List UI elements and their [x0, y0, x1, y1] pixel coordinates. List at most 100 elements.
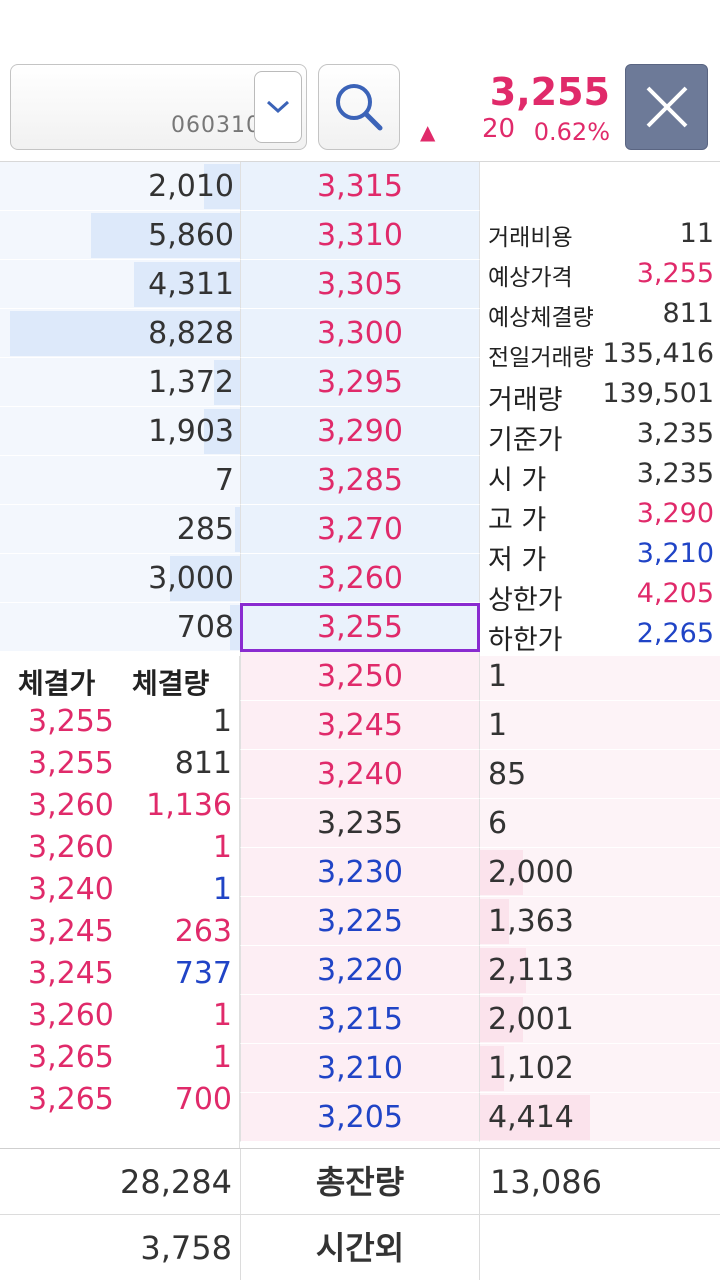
info-value: 139,501 — [602, 378, 714, 409]
after-hours-row: 3,758 시간외 — [0, 1215, 720, 1280]
search-button[interactable] — [318, 64, 400, 150]
bid-quantity[interactable]: 6 — [480, 799, 720, 848]
ask-price[interactable]: 3,295 — [240, 358, 480, 407]
close-icon — [646, 86, 687, 128]
trade-volume: 700 — [174, 1082, 232, 1117]
bid-quantity-text: 2,001 — [488, 1002, 574, 1037]
ask-price[interactable]: 3,300 — [240, 309, 480, 358]
trade-volume: 263 — [174, 914, 232, 949]
trade-volume: 1 — [212, 1040, 232, 1075]
ask-quantity[interactable]: 8,828 — [0, 309, 240, 358]
trade-volume: 1 — [212, 704, 232, 739]
ask-quantity[interactable]: 1,903 — [0, 407, 240, 456]
ask-price[interactable]: 3,305 — [240, 260, 480, 309]
bid-quantity[interactable]: 2,000 — [480, 848, 720, 897]
info-row: 거래비용 11 — [488, 218, 714, 258]
bid-quantity[interactable]: 1,102 — [480, 1044, 720, 1093]
total-row: 28,284 총잔량 13,086 — [0, 1149, 720, 1215]
ask-quantity[interactable]: 5,860 — [0, 211, 240, 260]
bid-quantity[interactable]: 85 — [480, 750, 720, 799]
bid-price[interactable]: 3,225 — [240, 897, 480, 946]
ask-quantity[interactable]: 3,000 — [0, 554, 240, 603]
ask-quantity-text: 8,828 — [148, 316, 234, 351]
trade-volume: 737 — [174, 956, 232, 991]
ask-price[interactable]: 3,310 — [240, 211, 480, 260]
stock-selector[interactable]: 060310 — [10, 64, 307, 150]
trade-row: 3,245 737 — [0, 956, 240, 998]
bid-price[interactable]: 3,250 — [240, 652, 480, 701]
trade-row: 3,240 1 — [0, 872, 240, 914]
up-triangle-icon: ▲ — [420, 120, 436, 144]
ask-price[interactable]: 3,260 — [240, 554, 480, 603]
bid-price[interactable]: 3,210 — [240, 1044, 480, 1093]
bid-quantity[interactable]: 2,113 — [480, 946, 720, 995]
bid-quantity-text: 1 — [488, 659, 508, 694]
bid-price[interactable]: 3,245 — [240, 701, 480, 750]
info-value: 2,265 — [636, 618, 714, 649]
info-label: 상한가 — [488, 585, 563, 616]
ask-quantity-text: 708 — [176, 610, 234, 645]
info-value: 3,235 — [636, 418, 714, 449]
ask-price[interactable]: 3,255 — [240, 603, 480, 652]
ask-price[interactable]: 3,290 — [240, 407, 480, 456]
trade-row: 3,265 1 — [0, 1040, 240, 1082]
ask-quantity[interactable]: 7 — [0, 456, 240, 505]
ask-quantity-text: 7 — [214, 463, 234, 498]
bid-quantity-text: 2,000 — [488, 855, 574, 890]
bid-quantity[interactable]: 1 — [480, 652, 720, 701]
trade-row: 3,255 1 — [0, 704, 240, 746]
after-hours-label: 시간외 — [240, 1215, 480, 1280]
info-value: 3,255 — [636, 258, 714, 289]
info-label: 거래비용 — [488, 225, 573, 251]
bid-quantity[interactable]: 1,363 — [480, 897, 720, 946]
bid-quantity-text: 85 — [488, 757, 527, 792]
bid-price[interactable]: 3,240 — [240, 750, 480, 799]
bid-quantity-text: 6 — [488, 806, 508, 841]
ask-quantity[interactable]: 4,311 — [0, 260, 240, 309]
bid-quantity[interactable]: 2,001 — [480, 995, 720, 1044]
info-label: 고 가 — [488, 505, 547, 536]
stock-info-panel: 거래비용 11 예상가격 3,255 예상체결량 811 전일거래량 135,416 거래량 13… — [480, 162, 720, 656]
info-value: 3,290 — [636, 498, 714, 529]
info-label: 예상체결량 — [488, 305, 594, 331]
trade-volume: 1 — [212, 872, 232, 907]
after-hours-ask: 3,758 — [140, 1229, 232, 1267]
info-value: 3,210 — [636, 538, 714, 569]
bid-quantity-text: 4,414 — [488, 1100, 574, 1135]
bid-quantity[interactable]: 1 — [480, 701, 720, 750]
info-label: 시 가 — [488, 465, 547, 496]
info-row: 저 가 3,210 — [488, 538, 714, 578]
info-label: 전일거래량 — [488, 345, 594, 371]
ask-quantity-text: 3,000 — [148, 561, 234, 596]
info-row: 고 가 3,290 — [488, 498, 714, 538]
trade-row: 3,255 811 — [0, 746, 240, 788]
trade-price: 3,260 — [28, 998, 114, 1033]
bid-price[interactable]: 3,215 — [240, 995, 480, 1044]
ask-quantity[interactable]: 285 — [0, 505, 240, 554]
ask-quantity[interactable]: 1,372 — [0, 358, 240, 407]
bid-price[interactable]: 3,205 — [240, 1093, 480, 1142]
ask-total: 28,284 — [120, 1163, 232, 1201]
info-value: 135,416 — [602, 338, 714, 369]
after-hours-bid — [480, 1215, 720, 1280]
bid-price[interactable]: 3,235 — [240, 799, 480, 848]
bid-quantity[interactable]: 4,414 — [480, 1093, 720, 1142]
ask-quantity[interactable]: 708 — [0, 603, 240, 652]
dropdown-button[interactable] — [254, 71, 302, 143]
ask-price[interactable]: 3,270 — [240, 505, 480, 554]
ask-price[interactable]: 3,285 — [240, 456, 480, 505]
trade-ticks-panel: 체결가 체결량 3,255 1 3,255 811 3,260 1,136 3,260 1 3,… — [0, 656, 240, 1148]
ask-quantity-text: 285 — [176, 512, 234, 547]
close-button[interactable] — [625, 64, 708, 150]
info-label: 하한가 — [488, 625, 563, 656]
trade-row: 3,260 1 — [0, 998, 240, 1040]
trade-price: 3,265 — [28, 1082, 114, 1117]
ask-price[interactable]: 3,315 — [240, 162, 480, 211]
info-row: 예상가격 3,255 — [488, 258, 714, 298]
header-bar: 060310 3,255 ▲ 20 0.62% — [0, 0, 720, 162]
ask-quantity[interactable]: 2,010 — [0, 162, 240, 211]
bid-price[interactable]: 3,220 — [240, 946, 480, 995]
ask-quantity-text: 2,010 — [148, 169, 234, 204]
bid-price[interactable]: 3,230 — [240, 848, 480, 897]
trade-volume: 1 — [212, 998, 232, 1033]
